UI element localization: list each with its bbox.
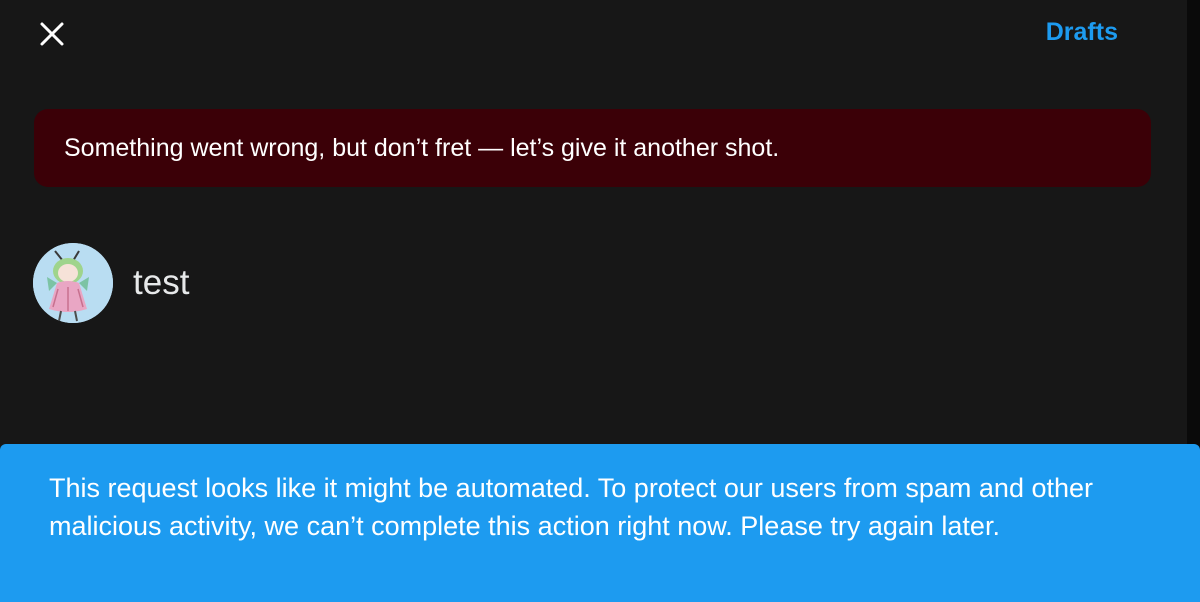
drafts-button[interactable]: Drafts [1046, 15, 1118, 49]
compose-text[interactable]: test [133, 262, 189, 304]
avatar[interactable] [33, 243, 113, 323]
close-icon [40, 22, 64, 46]
error-message: Something went wrong, but don’t fret — l… [64, 134, 780, 162]
close-button[interactable] [34, 16, 70, 52]
avatar-image [33, 243, 113, 323]
error-banner: Something went wrong, but don’t fret — l… [34, 109, 1151, 187]
toast-notification: This request looks like it might be auto… [0, 444, 1200, 602]
toast-message: This request looks like it might be auto… [49, 473, 1094, 541]
